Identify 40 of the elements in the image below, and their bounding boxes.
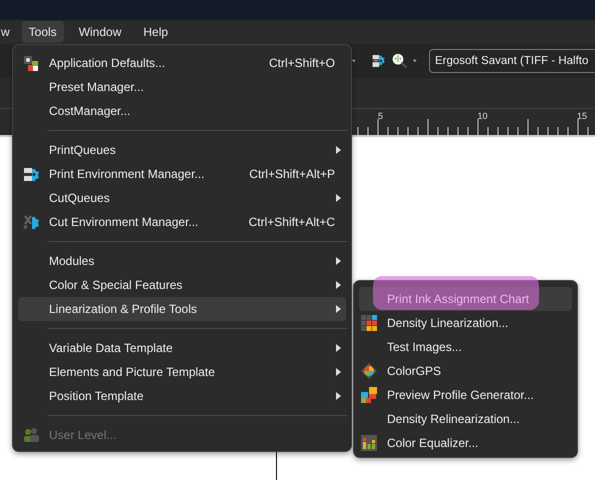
menu-bar-item[interactable]: Tools — [22, 21, 64, 43]
shortcut-label: Ctrl+Shift+O — [268, 56, 335, 70]
menu-item[interactable]: Elements and Picture Template — [18, 360, 346, 384]
gear-squares-icon — [23, 55, 39, 71]
shortcut-label: Ctrl+Shift+Alt+C — [248, 215, 335, 229]
menu-item[interactable]: CostManager... — [18, 99, 346, 123]
caret-icon[interactable] — [352, 59, 356, 63]
menu-bar-item[interactable]: Window — [72, 21, 128, 43]
menu-bar-item[interactable]: w — [0, 21, 14, 43]
menu-item[interactable]: Print Environment Manager... Ctrl+Shift+Alt+P — [18, 162, 346, 186]
color-wheel-icon — [361, 363, 377, 379]
preset-combo-box[interactable]: Ergosoft Savant (TIFF - Halfto — [429, 49, 595, 73]
menu-item[interactable]: Linearization & Profile Tools — [18, 297, 346, 321]
menu-item[interactable]: Test Images... — [359, 335, 572, 359]
menu-item[interactable]: Density Relinearization... — [359, 407, 572, 431]
ruler-label: 15 — [577, 111, 588, 121]
squares-icon — [361, 387, 377, 403]
menu-item[interactable]: CutQueues — [18, 186, 346, 210]
caret-icon[interactable] — [413, 59, 417, 63]
menu-item[interactable]: ColorGPS — [359, 359, 572, 383]
grid-icon — [361, 315, 377, 331]
shortcut-label: Ctrl+Shift+Alt+P — [249, 167, 335, 181]
ruler-label: 10 — [478, 111, 488, 121]
menu-item[interactable]: Application Defaults... Ctrl+Shift+O — [18, 51, 346, 75]
printer-gear-icon — [23, 166, 39, 182]
menu-item[interactable]: Variable Data Template — [18, 336, 346, 360]
menu-item[interactable]: Color & Special Features — [18, 273, 346, 297]
menu-item[interactable]: PrintQueues — [18, 138, 346, 162]
menu-item[interactable]: Cut Environment Manager... Ctrl+Shift+Alt+C — [18, 210, 346, 234]
equalizer-icon — [361, 435, 377, 451]
scissors-gear-icon — [23, 214, 39, 230]
menu-item[interactable]: Position Template — [18, 384, 346, 408]
ruler-label: 5 — [378, 111, 384, 121]
menu-item[interactable]: Modules — [18, 249, 346, 273]
menu-item[interactable]: Density Linearization... — [359, 311, 572, 335]
user-icon — [23, 427, 39, 443]
menu-item[interactable]: Preset Manager... — [18, 75, 346, 99]
menu-item[interactable]: Preview Profile Generator... — [359, 383, 572, 407]
menu-item[interactable]: Color Equalizer... — [359, 431, 572, 455]
menu-bar-item[interactable]: Help — [136, 21, 176, 43]
